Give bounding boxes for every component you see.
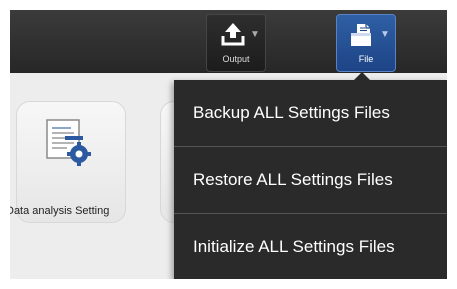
chevron-down-icon: ▼: [250, 29, 260, 40]
chevron-down-icon: ▼: [380, 29, 390, 40]
app-window: ▼ Output ▼ File Data analysis Setting Ba…: [10, 10, 447, 279]
output-button[interactable]: ▼ Output: [206, 14, 266, 72]
file-dropdown-menu: Backup ALL Settings Files Restore ALL Se…: [174, 72, 447, 279]
menu-item-backup-all-settings[interactable]: Backup ALL Settings Files: [174, 80, 447, 146]
toolbar: ▼ Output ▼ File: [10, 10, 447, 73]
output-button-label: Output: [222, 54, 250, 64]
file-icon: [351, 24, 371, 46]
upload-icon: [221, 23, 245, 46]
file-button[interactable]: ▼ File: [336, 14, 396, 72]
data-analysis-gear-icon: [46, 119, 91, 166]
data-analysis-setting-label: Data analysis Setting: [10, 205, 110, 217]
dropdown-arrow: [354, 72, 370, 80]
file-button-label: File: [358, 54, 374, 64]
menu-item-restore-all-settings[interactable]: Restore ALL Settings Files: [174, 147, 447, 213]
menu-item-initialize-all-settings[interactable]: Initialize ALL Settings Files: [174, 214, 447, 279]
